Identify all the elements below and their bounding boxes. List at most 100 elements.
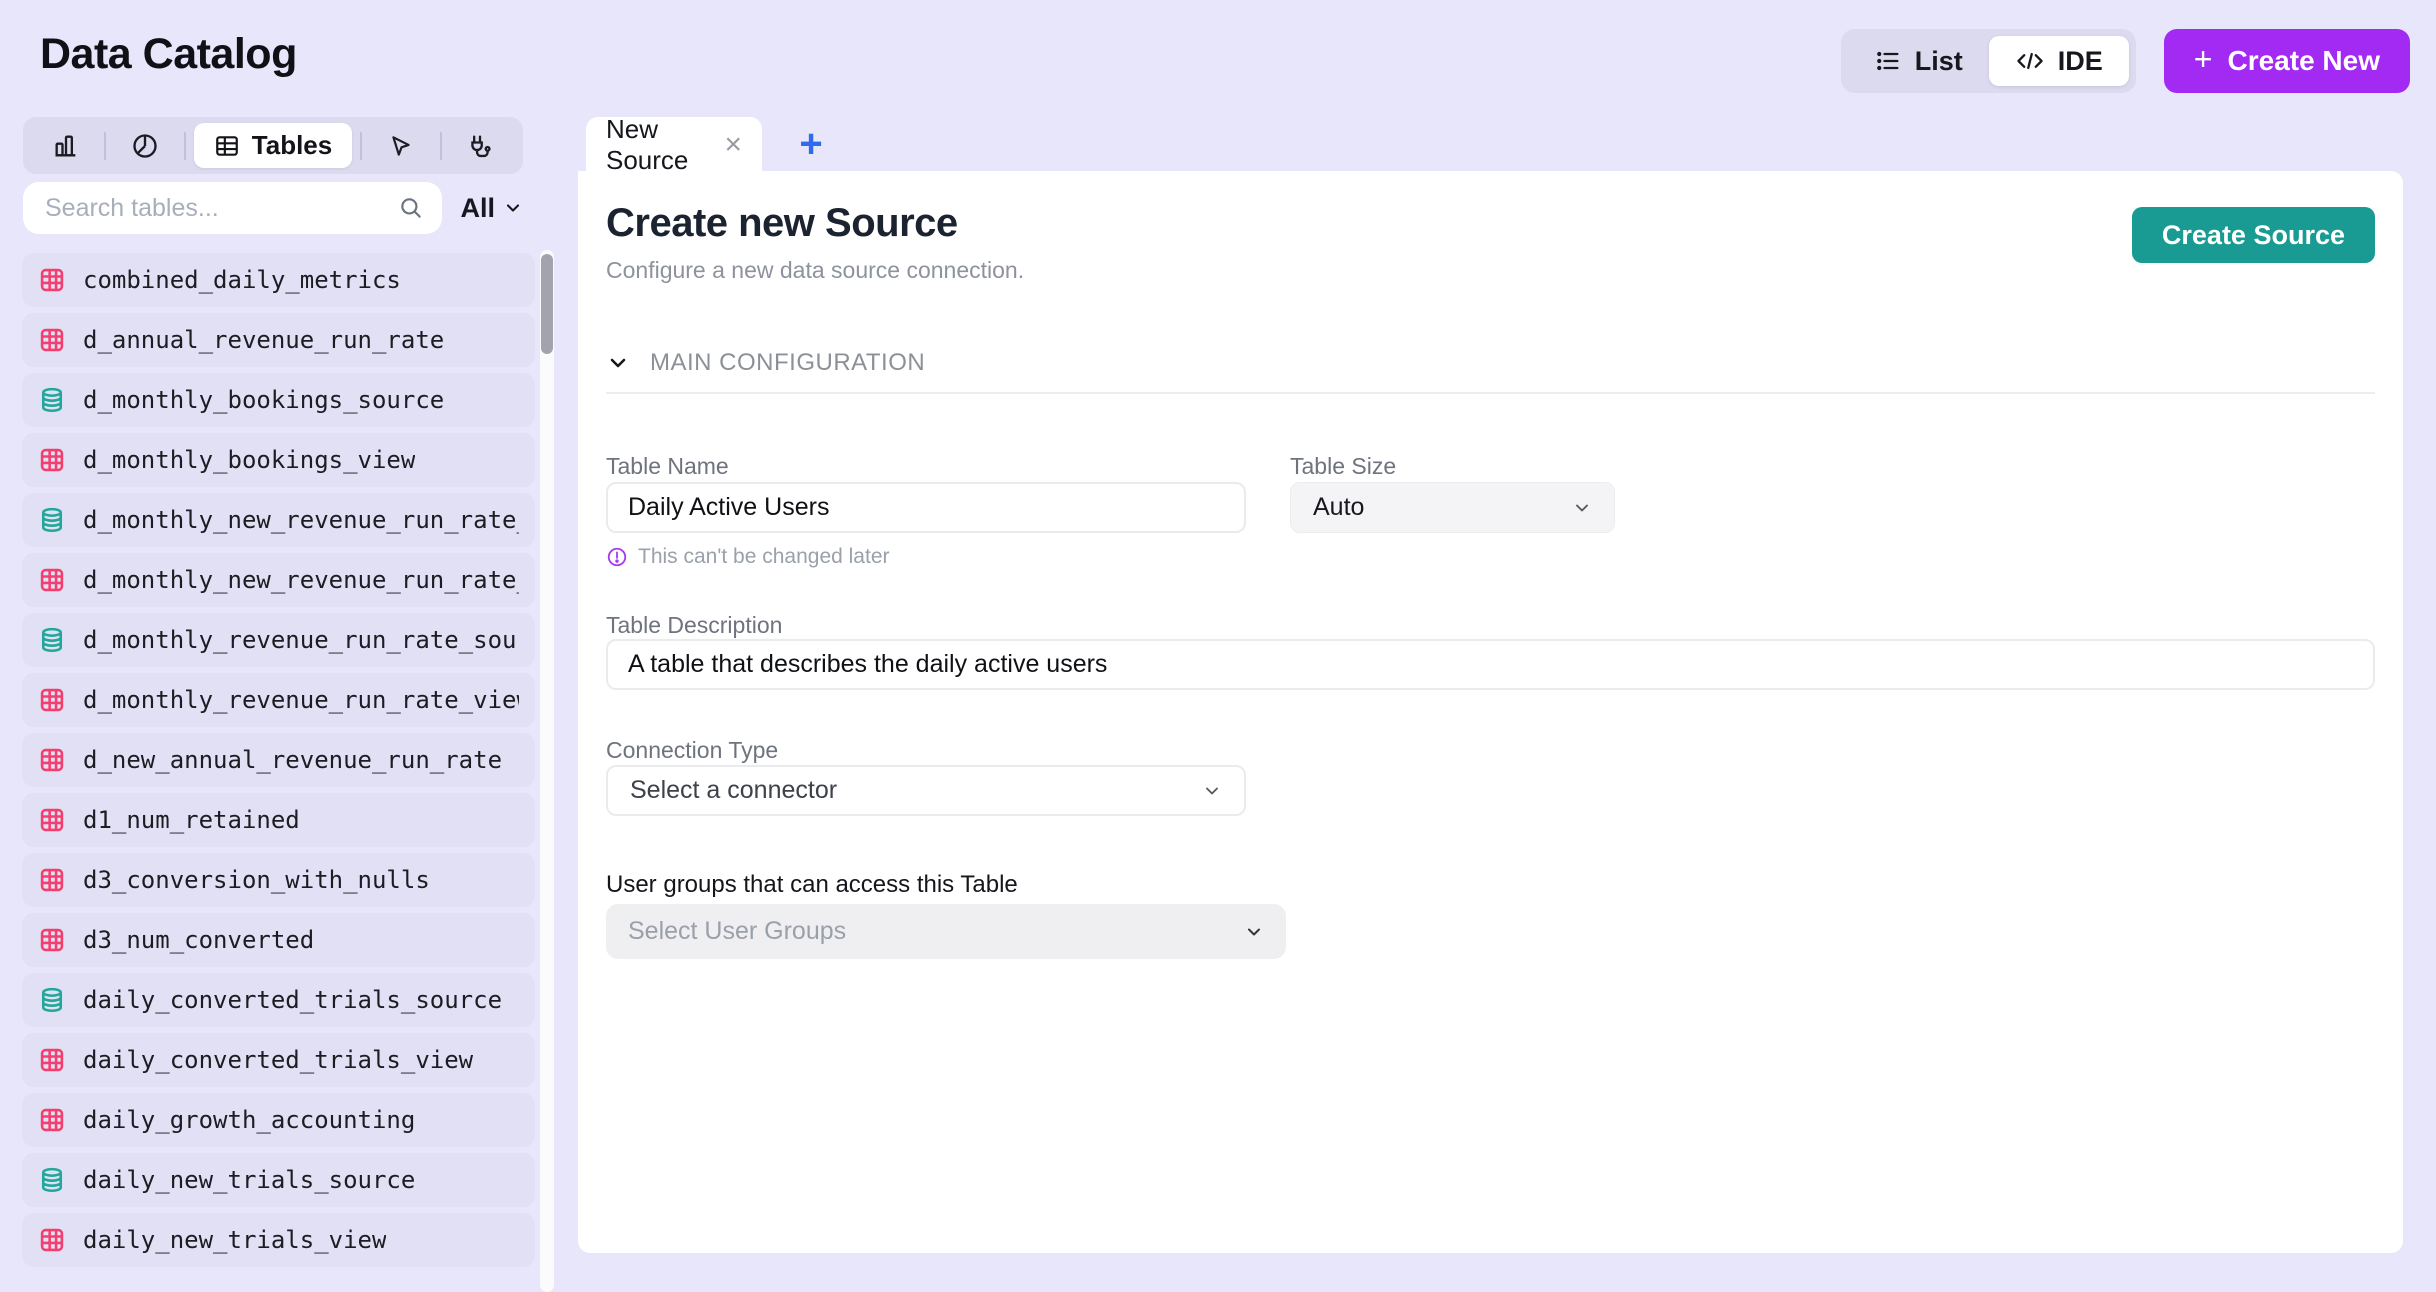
sidebar-tab-charts[interactable] [27,117,104,174]
table-list-item[interactable]: daily_converted_trials_view [22,1033,535,1087]
table-grid-icon [214,133,240,159]
table-name: d_monthly_new_revenue_run_rate_vi… [83,566,519,594]
chevron-down-icon [606,351,630,375]
database-icon [38,506,66,534]
table-list-item[interactable]: daily_new_trials_view [22,1213,535,1267]
filter-all-dropdown[interactable]: All [460,193,523,224]
toggle-list[interactable]: List [1848,36,1989,86]
connection-type-label: Connection Type [606,737,778,764]
create-source-button[interactable]: Create Source [2132,207,2375,263]
database-icon [38,626,66,654]
table-list-item[interactable]: d_annual_revenue_run_rate [22,313,535,367]
bar-chart-icon [52,132,80,160]
table-size-label: Table Size [1290,453,1396,480]
cursor-icon [388,133,414,159]
toggle-list-label: List [1915,46,1963,77]
table-name-note-text: This can't be changed later [638,545,890,569]
code-icon [2015,47,2045,75]
sidebar-tab-pointer[interactable] [362,117,439,174]
table-list-item[interactable]: daily_new_trials_source [22,1153,535,1207]
table-list-item[interactable]: d_monthly_bookings_view [22,433,535,487]
table-list-item[interactable]: d1_num_retained [22,793,535,847]
table-list-item[interactable]: daily_growth_accounting [22,1093,535,1147]
info-icon [606,546,628,568]
table-name-input[interactable] [606,482,1246,533]
table-list-scrollbar[interactable] [540,250,554,1292]
filter-all-label: All [460,193,495,224]
database-icon [38,986,66,1014]
create-source-panel: Create new Source Configure a new data s… [578,171,2403,1253]
table-view-icon [38,806,66,834]
tab-title: New Source [606,114,708,176]
sidebar-tab-pie[interactable] [106,117,183,174]
list-icon [1874,47,1902,75]
table-list-item[interactable]: d_monthly_new_revenue_run_rate_vi… [22,553,535,607]
table-name: d_monthly_new_revenue_run_rate_so… [83,506,519,534]
add-tab-button[interactable]: + [788,121,834,167]
pie-chart-icon [131,132,159,160]
table-name: daily_converted_trials_view [83,1046,473,1074]
section-divider [606,392,2375,394]
table-name-note: This can't be changed later [606,545,890,569]
sidebar-tab-connections[interactable] [442,117,519,174]
table-list-item[interactable]: d3_conversion_with_nulls [22,853,535,907]
database-icon [38,386,66,414]
user-groups-select[interactable]: Select User Groups [606,904,1286,959]
chevron-down-icon [1244,922,1264,942]
table-name: daily_new_trials_view [83,1226,386,1254]
table-name: d_monthly_bookings_view [83,446,415,474]
table-list-item[interactable]: d3_num_converted [22,913,535,967]
table-list-item[interactable]: d_new_annual_revenue_run_rate [22,733,535,787]
tab-new-source[interactable]: New Source × [586,117,762,172]
table-view-icon [38,446,66,474]
header-actions: List IDE + Create New [1841,29,2410,93]
table-list-item[interactable]: combined_daily_metrics [22,253,535,307]
connection-type-select[interactable]: Select a connector [606,765,1246,816]
close-icon[interactable]: × [724,130,742,160]
section-title: MAIN CONFIGURATION [650,349,925,377]
chevron-down-icon [1202,781,1222,801]
search-input[interactable] [23,182,442,234]
tab-divider [184,132,186,160]
scrollbar-thumb[interactable] [541,254,553,354]
user-groups-label: User groups that can access this Table [606,871,1018,899]
table-name: d_monthly_revenue_run_rate_source [83,626,519,654]
chevron-down-icon [1572,498,1592,518]
sidebar-tab-tables-label: Tables [252,130,332,161]
table-list-item[interactable]: d_monthly_bookings_source [22,373,535,427]
table-size-value: Auto [1313,493,1364,522]
database-icon [38,1166,66,1194]
toggle-ide[interactable]: IDE [1989,36,2129,86]
table-name: d_annual_revenue_run_rate [83,326,444,354]
toggle-ide-label: IDE [2058,46,2103,77]
table-description-input[interactable] [606,639,2375,690]
create-new-button[interactable]: + Create New [2164,29,2410,93]
table-description-label: Table Description [606,612,782,639]
table-view-icon [38,266,66,294]
table-name: daily_new_trials_source [83,1166,415,1194]
table-size-select[interactable]: Auto [1290,482,1615,533]
sidebar-tab-tables[interactable]: Tables [194,123,352,168]
section-main-configuration[interactable]: MAIN CONFIGURATION [606,349,925,377]
table-view-icon [38,686,66,714]
search-box [23,182,442,234]
user-groups-placeholder: Select User Groups [628,917,846,946]
panel-subtitle: Configure a new data source connection. [606,257,1024,284]
create-new-label: Create New [2227,45,2380,77]
table-name: d3_num_converted [83,926,314,954]
page-title: Data Catalog [40,30,297,79]
table-view-icon [38,566,66,594]
table-list-item[interactable]: d_monthly_new_revenue_run_rate_so… [22,493,535,547]
panel-title: Create new Source [606,201,958,246]
table-list-item[interactable]: daily_converted_trials_source [22,973,535,1027]
table-list-item[interactable]: d_monthly_revenue_run_rate_view [22,673,535,727]
table-name: d_monthly_revenue_run_rate_view [83,686,519,714]
table-view-icon [38,746,66,774]
table-name: daily_growth_accounting [83,1106,415,1134]
search-icon [398,195,424,221]
sidebar-search-row: All [23,181,523,235]
table-list-item[interactable]: d_monthly_revenue_run_rate_source [22,613,535,667]
table-name: combined_daily_metrics [83,266,401,294]
table-name-label: Table Name [606,453,729,480]
table-view-icon [38,1226,66,1254]
